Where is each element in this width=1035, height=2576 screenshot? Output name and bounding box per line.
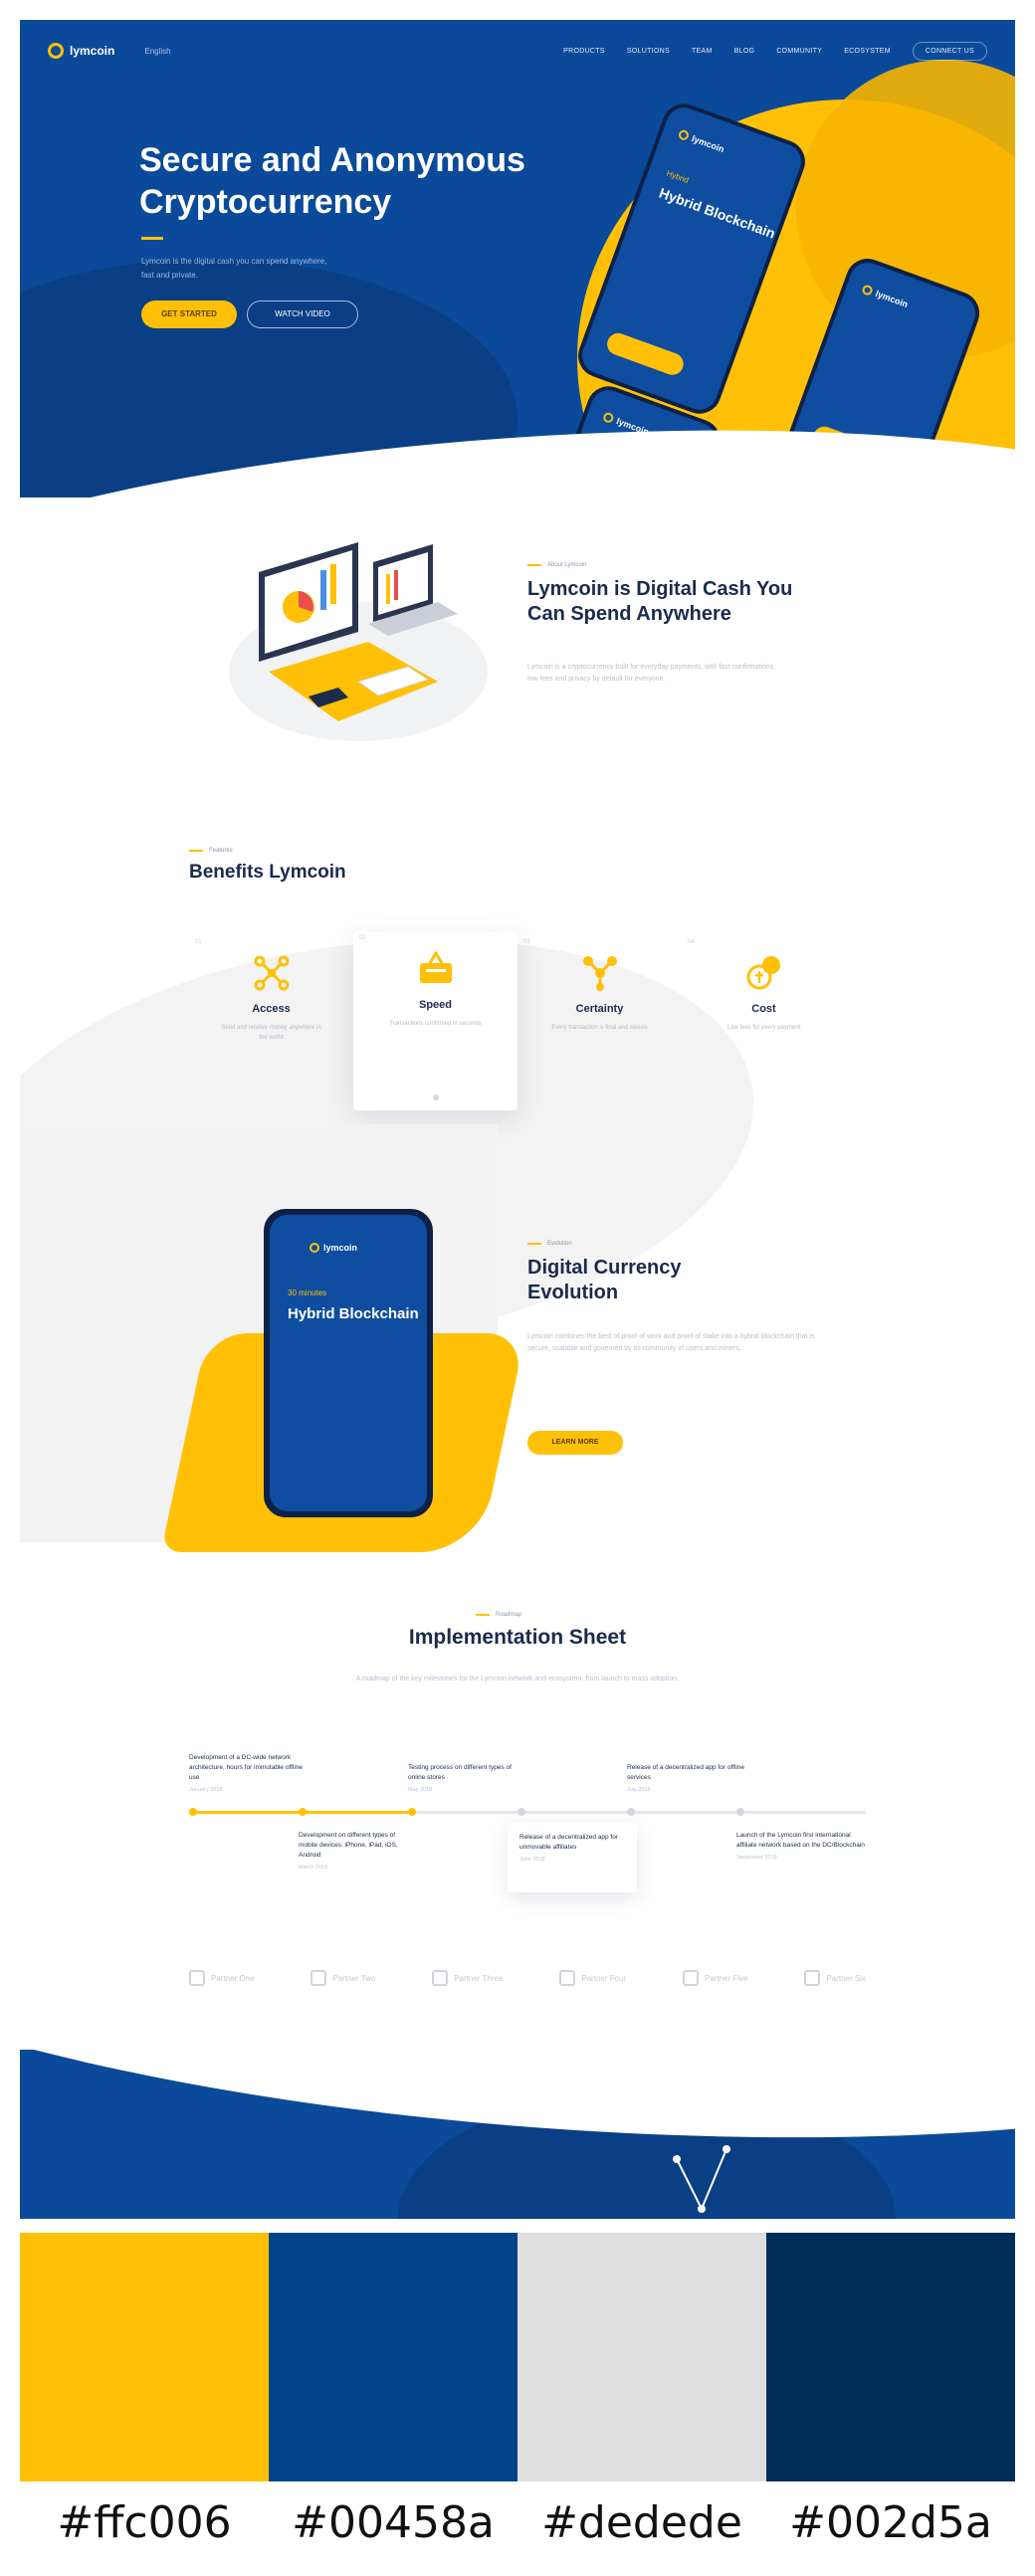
top-navigation: lymcoin English PRODUCTS SOLUTIONS TEAM … [48, 38, 987, 64]
partner-icon [310, 1970, 327, 1986]
implementation-text: A roadmap of the key milestones for the … [355, 1676, 680, 1683]
partner-logo[interactable]: Partner One [189, 1970, 255, 1986]
implementation-title: Implementation Sheet [408, 1626, 627, 1649]
phone-button [604, 329, 687, 378]
color-palette [20, 2233, 1015, 2481]
partner-logo[interactable]: Partner Four [559, 1970, 626, 1986]
get-started-button[interactable]: GET STARTED [141, 300, 237, 328]
evolution-phone: lymcoin 30 minutes Hybrid Blockchain [264, 1209, 433, 1517]
nav-item-products[interactable]: PRODUCTS [563, 48, 605, 55]
hero-title: Secure and Anonymous Cryptocurrency [139, 141, 525, 221]
roadmap-timeline [189, 1808, 866, 1816]
nodes-icon [580, 953, 620, 993]
watch-video-button[interactable]: WATCH VIDEO [247, 300, 358, 328]
benefits-cards: 01 Access Send and receive money anywher… [189, 931, 846, 1114]
desktop-illustration [229, 542, 488, 741]
hero-subtitle: Lymcoin is the digital cash you can spen… [141, 257, 327, 280]
hex-label: #00458a [292, 2497, 495, 2548]
timeline-dot[interactable] [736, 1808, 744, 1816]
hero-accent-line [141, 237, 163, 240]
partner-logo[interactable]: Partner Five [683, 1970, 748, 1986]
timeline-item: Release of a decentralized app for offli… [627, 1764, 745, 1793]
nav-item-community[interactable]: COMMUNITY [776, 48, 822, 55]
timeline-dot[interactable] [627, 1808, 635, 1816]
footer-section [20, 2050, 1015, 2219]
card-title: Access [252, 1003, 291, 1015]
benefits-eyebrow: Features [189, 848, 233, 854]
palette-labels: #ffc006 #00458a #dedede #002d5a [20, 2497, 1015, 2548]
implementation-eyebrow: Roadmap [476, 1612, 521, 1618]
evolution-title: Digital Currency Evolution [527, 1257, 682, 1303]
timeline-dot[interactable] [299, 1808, 307, 1816]
partner-icon [559, 1970, 576, 1986]
about-eyebrow: About Lymcoin [527, 562, 586, 568]
partner-logo[interactable]: Partner Six [804, 1970, 866, 1986]
coins-icon [744, 953, 784, 993]
footer-network-icon [673, 2145, 730, 2213]
swatch-gray [518, 2233, 766, 2481]
card-title: Speed [418, 999, 452, 1011]
logo-text: lymcoin [70, 44, 115, 58]
language-selector[interactable]: English [144, 47, 170, 56]
nav-item-solutions[interactable]: SOLUTIONS [627, 48, 670, 55]
swatch-yellow [20, 2233, 269, 2481]
card-title: Cost [751, 1003, 776, 1015]
timeline-item: Development on different types of mobile… [299, 1832, 398, 1871]
benefits-title: Benefits Lymcoin [189, 862, 346, 883]
connect-button[interactable]: CONNECT US [912, 41, 987, 61]
about-title: Lymcoin is Digital Cash You Can Spend An… [527, 578, 793, 625]
card-description: Every transaction is final and secure [551, 1025, 648, 1031]
partner-logos: Partner One Partner Two Partner Three Pa… [189, 1970, 866, 1986]
phone-logo-icon [677, 128, 691, 142]
hero-section: lymcoin English PRODUCTS SOLUTIONS TEAM … [20, 20, 1015, 497]
card-title: Certainty [575, 1003, 624, 1015]
nav-item-team[interactable]: TEAM [692, 48, 713, 55]
logo-icon [48, 43, 64, 59]
speed-icon [416, 949, 456, 989]
benefit-card-speed[interactable]: 02 Speed Transactions confirmed in secon… [353, 931, 518, 1110]
card-indicator-dot [432, 1094, 439, 1100]
timeline-dot[interactable] [189, 1808, 197, 1816]
learn-more-button[interactable]: LEARN MORE [527, 1431, 623, 1455]
logo[interactable]: lymcoin [48, 43, 114, 59]
benefit-card-cost[interactable]: 04 Cost Low fees for every payment [682, 935, 846, 1114]
nav-menu: PRODUCTS SOLUTIONS TEAM BLOG COMMUNITY E… [563, 41, 987, 61]
timeline-item: Testing process on different types of on… [408, 1764, 512, 1793]
evolution-eyebrow: Evolution [527, 1241, 572, 1247]
card-description: Send and receive money anywhere in the w… [221, 1025, 321, 1041]
about-text: Lymcoin is a cryptocurrency built for ev… [527, 664, 776, 683]
network-icon [252, 953, 292, 993]
timeline-dot[interactable] [408, 1808, 416, 1816]
evolution-text: Lymcoin combines the best of proof of wo… [527, 1333, 815, 1352]
timeline-item: Launch of the Lymcoin first internationa… [736, 1832, 865, 1861]
swatch-blue [269, 2233, 518, 2481]
timeline-item: Development of a DC-wide network archite… [189, 1754, 304, 1793]
partner-icon [189, 1970, 205, 1986]
benefit-card-access[interactable]: 01 Access Send and receive money anywher… [189, 935, 353, 1114]
phone-logo-icon [310, 1243, 319, 1253]
partner-logo[interactable]: Partner Three [432, 1970, 503, 1986]
card-description: Low fees for every payment [726, 1025, 801, 1031]
nav-item-blog[interactable]: BLOG [734, 48, 755, 55]
hex-label: #ffc006 [57, 2497, 232, 2548]
partner-icon [804, 1970, 821, 1986]
landing-page: lymcoin English PRODUCTS SOLUTIONS TEAM … [20, 20, 1015, 2219]
partner-logo[interactable]: Partner Two [310, 1970, 375, 1986]
timeline-card[interactable]: Release of a decentralized app for unmov… [508, 1823, 637, 1892]
timeline-dot[interactable] [518, 1808, 525, 1816]
partner-icon [432, 1970, 449, 1986]
hex-label: #dedede [541, 2497, 742, 2548]
benefit-card-certainty[interactable]: 03 Certainty Every transaction is final … [518, 935, 682, 1114]
nav-item-ecosystem[interactable]: ECOSYSTEM [844, 48, 891, 55]
partner-icon [683, 1970, 699, 1986]
card-description: Transactions confirmed in seconds [389, 1021, 482, 1027]
swatch-navy [766, 2233, 1015, 2481]
hex-label: #002d5a [789, 2497, 992, 2548]
